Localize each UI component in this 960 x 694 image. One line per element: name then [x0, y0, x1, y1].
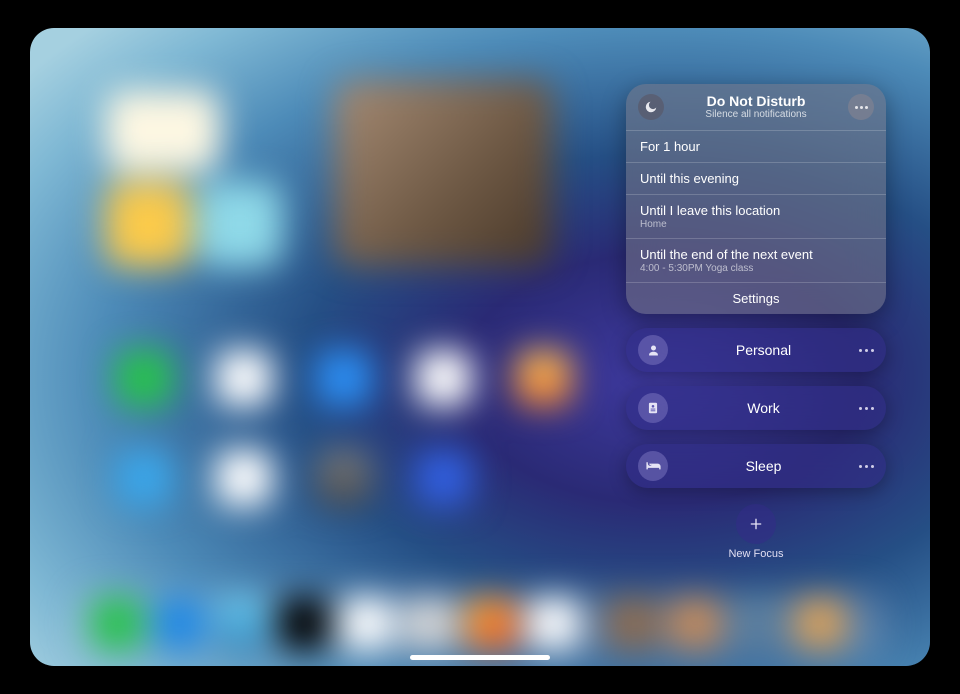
focus-pill-personal[interactable]: Personal — [626, 328, 886, 372]
moon-icon[interactable] — [638, 94, 664, 120]
dnd-option-label: Until this evening — [640, 171, 872, 186]
device-frame: Do Not Disturb Silence all notifications… — [0, 0, 960, 694]
badge-icon — [638, 393, 668, 423]
dnd-subtitle: Silence all notifications — [674, 109, 838, 120]
dnd-more-button[interactable] — [848, 94, 874, 120]
dnd-settings-link[interactable]: Settings — [626, 282, 886, 314]
ellipsis-icon[interactable] — [859, 407, 874, 410]
person-icon — [638, 335, 668, 365]
focus-label: Personal — [668, 342, 859, 358]
focus-pill-sleep[interactable]: Sleep — [626, 444, 886, 488]
home-indicator[interactable] — [410, 655, 550, 660]
new-focus-button[interactable] — [736, 504, 776, 544]
new-focus-label: New Focus — [728, 548, 783, 560]
ellipsis-icon[interactable] — [859, 465, 874, 468]
focus-label: Sleep — [668, 458, 859, 474]
focus-pill-work[interactable]: Work — [626, 386, 886, 430]
ellipsis-icon[interactable] — [859, 349, 874, 352]
dnd-card: Do Not Disturb Silence all notifications… — [626, 84, 886, 314]
screen: Do Not Disturb Silence all notifications… — [30, 28, 930, 666]
bed-icon — [638, 451, 668, 481]
dnd-option-until-next-event[interactable]: Until the end of the next event 4:00 - 5… — [626, 238, 886, 282]
dnd-option-until-evening[interactable]: Until this evening — [626, 162, 886, 194]
dnd-option-label: For 1 hour — [640, 139, 872, 154]
ellipsis-icon — [855, 106, 868, 109]
dnd-title-block: Do Not Disturb Silence all notifications — [674, 94, 838, 120]
dnd-title: Do Not Disturb — [674, 94, 838, 109]
focus-label: Work — [668, 400, 859, 416]
dnd-option-until-leave-location[interactable]: Until I leave this location Home — [626, 194, 886, 238]
dnd-option-label: Until I leave this location — [640, 203, 872, 218]
plus-icon — [748, 516, 764, 532]
dnd-option-for-1-hour[interactable]: For 1 hour — [626, 130, 886, 162]
dnd-header: Do Not Disturb Silence all notifications — [626, 84, 886, 130]
dnd-option-label: Until the end of the next event — [640, 247, 872, 262]
dnd-option-sublabel: 4:00 - 5:30PM Yoga class — [640, 263, 872, 274]
dnd-option-sublabel: Home — [640, 219, 872, 230]
new-focus-control: New Focus — [626, 504, 886, 560]
focus-panel: Do Not Disturb Silence all notifications… — [626, 84, 886, 560]
